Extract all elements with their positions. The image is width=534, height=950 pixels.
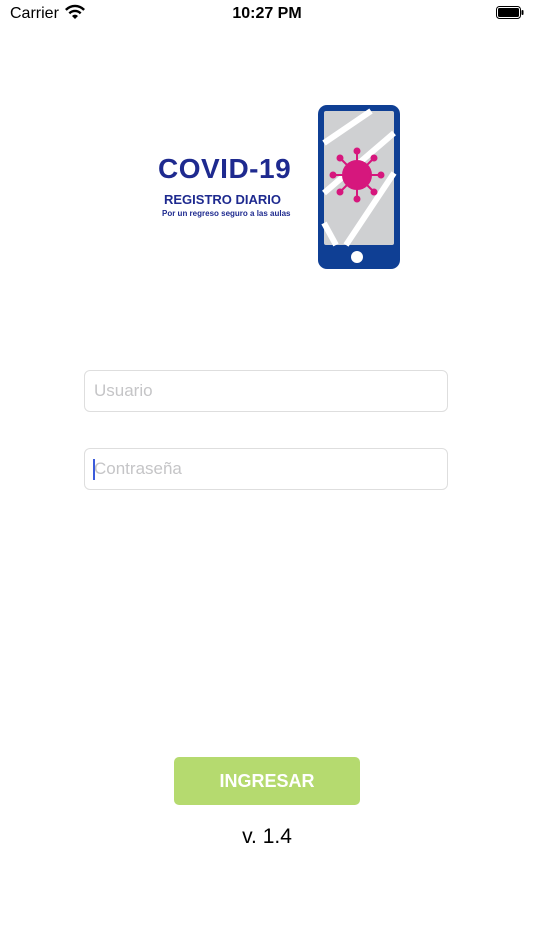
password-field[interactable] — [84, 448, 448, 490]
username-field[interactable] — [84, 370, 448, 412]
battery-icon — [496, 6, 524, 19]
clock: 10:27 PM — [232, 5, 302, 22]
status-bar: Carrier 10:27 PM — [0, 0, 534, 28]
logo-title: COVID-19 — [158, 153, 292, 184]
phone-virus-icon — [318, 105, 400, 269]
version-label: v. 1.4 — [242, 825, 292, 848]
logo-tagline: Por un regreso seguro a las aulas — [162, 209, 291, 218]
username-input[interactable] — [85, 371, 447, 411]
text-cursor — [93, 459, 95, 480]
login-button[interactable]: INGRESAR — [174, 757, 360, 805]
password-input[interactable] — [85, 449, 447, 489]
logo-subtitle: REGISTRO DIARIO — [164, 192, 282, 207]
app-logo: COVID-19 REGISTRO DIARIO Por un regreso … — [158, 103, 403, 271]
